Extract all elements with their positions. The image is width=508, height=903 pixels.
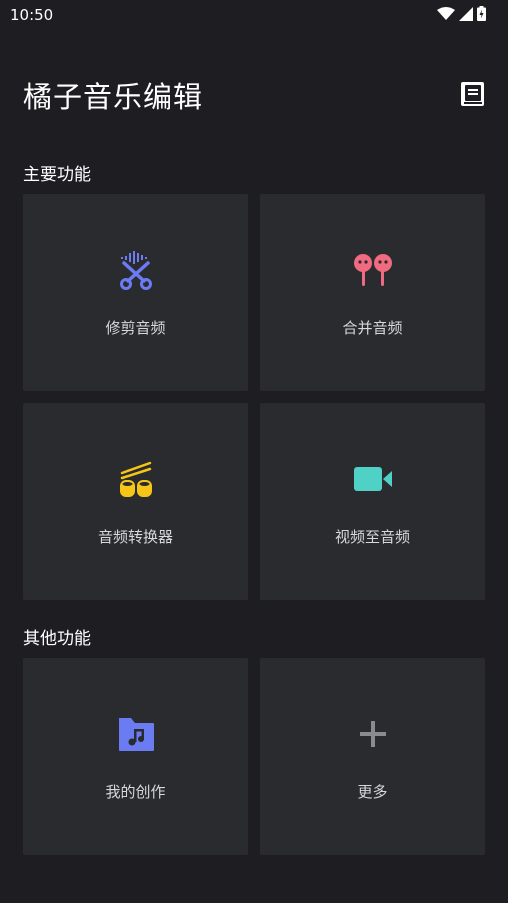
video-to-audio-label: 视频至音频 [334, 528, 410, 546]
battery-icon [477, 6, 486, 21]
merge-audio-label: 合并音频 [342, 319, 403, 337]
video-camera-icon [353, 467, 392, 491]
app-header: 橘子音乐编辑 [0, 70, 508, 120]
plus-icon [359, 721, 386, 747]
cell-signal-icon [459, 6, 473, 21]
guide-button[interactable] [459, 80, 487, 108]
status-bar: 10:50 [0, 0, 508, 28]
status-time: 10:50 [10, 6, 54, 24]
trim-audio-label: 修剪音频 [105, 319, 166, 337]
my-works-label: 我的创作 [105, 783, 166, 801]
more-card[interactable]: 更多 [260, 658, 485, 855]
audio-converter-label: 音频转换器 [97, 528, 173, 546]
wifi-icon [437, 6, 455, 20]
status-icons [437, 6, 486, 21]
earbuds-icon [353, 254, 392, 286]
section-title-main: 主要功能 [23, 165, 91, 185]
merge-audio-card[interactable]: 合并音频 [260, 194, 485, 391]
my-works-card[interactable]: 我的创作 [23, 658, 248, 855]
music-folder-icon [118, 718, 154, 751]
trim-audio-card[interactable]: 修剪音频 [23, 194, 248, 391]
book-icon [461, 82, 484, 106]
audio-converter-card[interactable]: 音频转换器 [23, 403, 248, 600]
section-title-other: 其他功能 [23, 629, 91, 649]
video-to-audio-card[interactable]: 视频至音频 [260, 403, 485, 600]
scissors-audio-icon [119, 251, 152, 290]
app-title: 橘子音乐编辑 [23, 80, 204, 114]
converter-icon [119, 461, 152, 497]
more-label: 更多 [357, 783, 388, 801]
